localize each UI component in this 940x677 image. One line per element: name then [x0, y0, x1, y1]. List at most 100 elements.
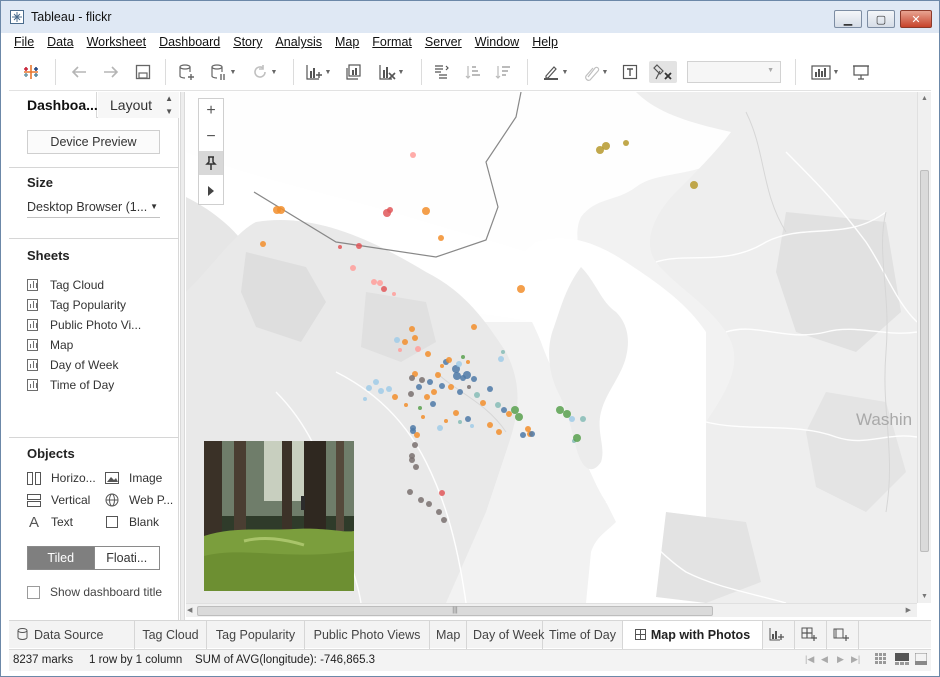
- map-mark[interactable]: [398, 348, 402, 352]
- map-mark[interactable]: [623, 140, 629, 146]
- map-mark[interactable]: [470, 424, 474, 428]
- map-mark[interactable]: [453, 372, 461, 380]
- menu-help[interactable]: Help: [527, 33, 566, 51]
- map-mark[interactable]: [439, 383, 445, 389]
- map-mark[interactable]: [412, 442, 418, 448]
- map-mark[interactable]: [441, 517, 447, 523]
- map-mark[interactable]: [386, 386, 392, 392]
- map-mark[interactable]: [418, 497, 424, 503]
- map-mark[interactable]: [487, 422, 493, 428]
- map-mark[interactable]: [436, 509, 442, 515]
- map-mark[interactable]: [363, 397, 367, 401]
- map-mark[interactable]: [378, 388, 384, 394]
- map-mark[interactable]: [377, 280, 383, 286]
- object-item[interactable]: Web P...: [105, 491, 173, 509]
- map-mark[interactable]: [431, 389, 437, 395]
- pin-icon[interactable]: [199, 151, 223, 175]
- sheet-tab[interactable]: Tag Popularity: [207, 621, 305, 649]
- panel-splitter[interactable]: [180, 92, 185, 620]
- menu-window[interactable]: Window: [470, 33, 527, 51]
- map-mark[interactable]: [496, 429, 502, 435]
- sort-ascending-icon[interactable]: [461, 61, 485, 83]
- group-icon[interactable]: ▼: [577, 61, 613, 83]
- map-mark[interactable]: [338, 245, 342, 249]
- map-mark[interactable]: [409, 375, 415, 381]
- map-mark[interactable]: [373, 379, 379, 385]
- map-mark[interactable]: [413, 464, 419, 470]
- map-mark[interactable]: [444, 419, 448, 423]
- menu-file[interactable]: File: [9, 33, 42, 51]
- menu-dashboard[interactable]: Dashboard: [154, 33, 228, 51]
- map-mark[interactable]: [457, 389, 463, 395]
- map-mark[interactable]: [448, 384, 454, 390]
- map-mark[interactable]: [425, 351, 431, 357]
- map-mark[interactable]: [407, 489, 413, 495]
- sheet-item[interactable]: Tag Popularity: [27, 296, 126, 314]
- sheet-item[interactable]: Map: [27, 336, 73, 354]
- map-mark[interactable]: [409, 326, 415, 332]
- map-mark[interactable]: [392, 394, 398, 400]
- map-mark[interactable]: [394, 337, 400, 343]
- first-sheet-icon[interactable]: |◀: [805, 654, 814, 665]
- prev-sheet-icon[interactable]: ◀: [821, 654, 828, 665]
- map-mark[interactable]: [563, 410, 571, 418]
- map-mark[interactable]: [422, 207, 430, 215]
- map-mark[interactable]: [487, 386, 493, 392]
- horizontal-scroll-thumb[interactable]: |||: [197, 606, 713, 616]
- save-icon[interactable]: [131, 61, 155, 83]
- scroll-left-arrow[interactable]: ◀: [187, 606, 192, 614]
- map-mark[interactable]: [465, 416, 471, 422]
- map-mark[interactable]: [525, 426, 531, 432]
- map-mark[interactable]: [520, 432, 526, 438]
- new-worksheet-icon[interactable]: ▼: [301, 61, 335, 83]
- pause-updates-icon[interactable]: ▼: [207, 61, 239, 83]
- size-dropdown[interactable]: Desktop Browser (1... ▼: [27, 196, 160, 218]
- map-mark[interactable]: [495, 402, 501, 408]
- sheet-tab[interactable]: Day of Week: [467, 621, 544, 649]
- tableau-logo-icon[interactable]: [19, 61, 43, 83]
- highlight-icon[interactable]: ▼: [537, 61, 573, 83]
- map-mark[interactable]: [517, 285, 525, 293]
- menu-analysis[interactable]: Analysis: [270, 33, 330, 51]
- new-story-tab-button[interactable]: [827, 621, 859, 649]
- close-button[interactable]: ✕: [900, 10, 932, 28]
- zoom-in-button[interactable]: +: [199, 99, 223, 123]
- menu-map[interactable]: Map: [330, 33, 367, 51]
- map-mark[interactable]: [260, 241, 266, 247]
- map-mark[interactable]: [511, 406, 519, 414]
- map-mark[interactable]: [501, 407, 507, 413]
- map-mark[interactable]: [408, 391, 414, 397]
- object-item[interactable]: A Text: [27, 513, 73, 531]
- map-mark[interactable]: [440, 364, 444, 368]
- redo-icon[interactable]: [99, 61, 123, 83]
- map-mark[interactable]: [356, 243, 362, 249]
- last-sheet-icon[interactable]: ▶|: [851, 654, 860, 665]
- floating-button[interactable]: Floati...: [93, 547, 159, 569]
- map-mark[interactable]: [412, 335, 418, 341]
- map-mark[interactable]: [421, 415, 425, 419]
- map-mark[interactable]: [463, 371, 471, 379]
- sheet-item[interactable]: Public Photo Vi...: [27, 316, 141, 334]
- map-mark[interactable]: [471, 324, 477, 330]
- map-mark[interactable]: [410, 428, 416, 434]
- map-mark[interactable]: [480, 400, 486, 406]
- object-item[interactable]: Image: [105, 469, 162, 487]
- horizontal-scrollbar[interactable]: ||| ◀ ▶: [186, 603, 917, 617]
- map-mark[interactable]: [437, 425, 443, 431]
- map-mark[interactable]: [467, 385, 471, 389]
- menu-data[interactable]: Data: [42, 33, 81, 51]
- map-mark[interactable]: [690, 181, 698, 189]
- map-mark[interactable]: [387, 207, 393, 213]
- sheet-item[interactable]: Time of Day: [27, 376, 114, 394]
- data-source-tab[interactable]: Data Source: [9, 621, 135, 649]
- new-worksheet-tab-button[interactable]: [763, 621, 795, 649]
- sort-descending-icon[interactable]: [491, 61, 515, 83]
- next-sheet-icon[interactable]: ▶: [837, 654, 844, 665]
- map-mark[interactable]: [277, 206, 285, 214]
- map-mark[interactable]: [498, 356, 504, 362]
- map-mark[interactable]: [446, 357, 452, 363]
- map-view[interactable]: + − Washin: [186, 92, 917, 603]
- show-tabs-icon[interactable]: [914, 652, 928, 668]
- menu-server[interactable]: Server: [420, 33, 470, 51]
- map-mark[interactable]: [426, 501, 432, 507]
